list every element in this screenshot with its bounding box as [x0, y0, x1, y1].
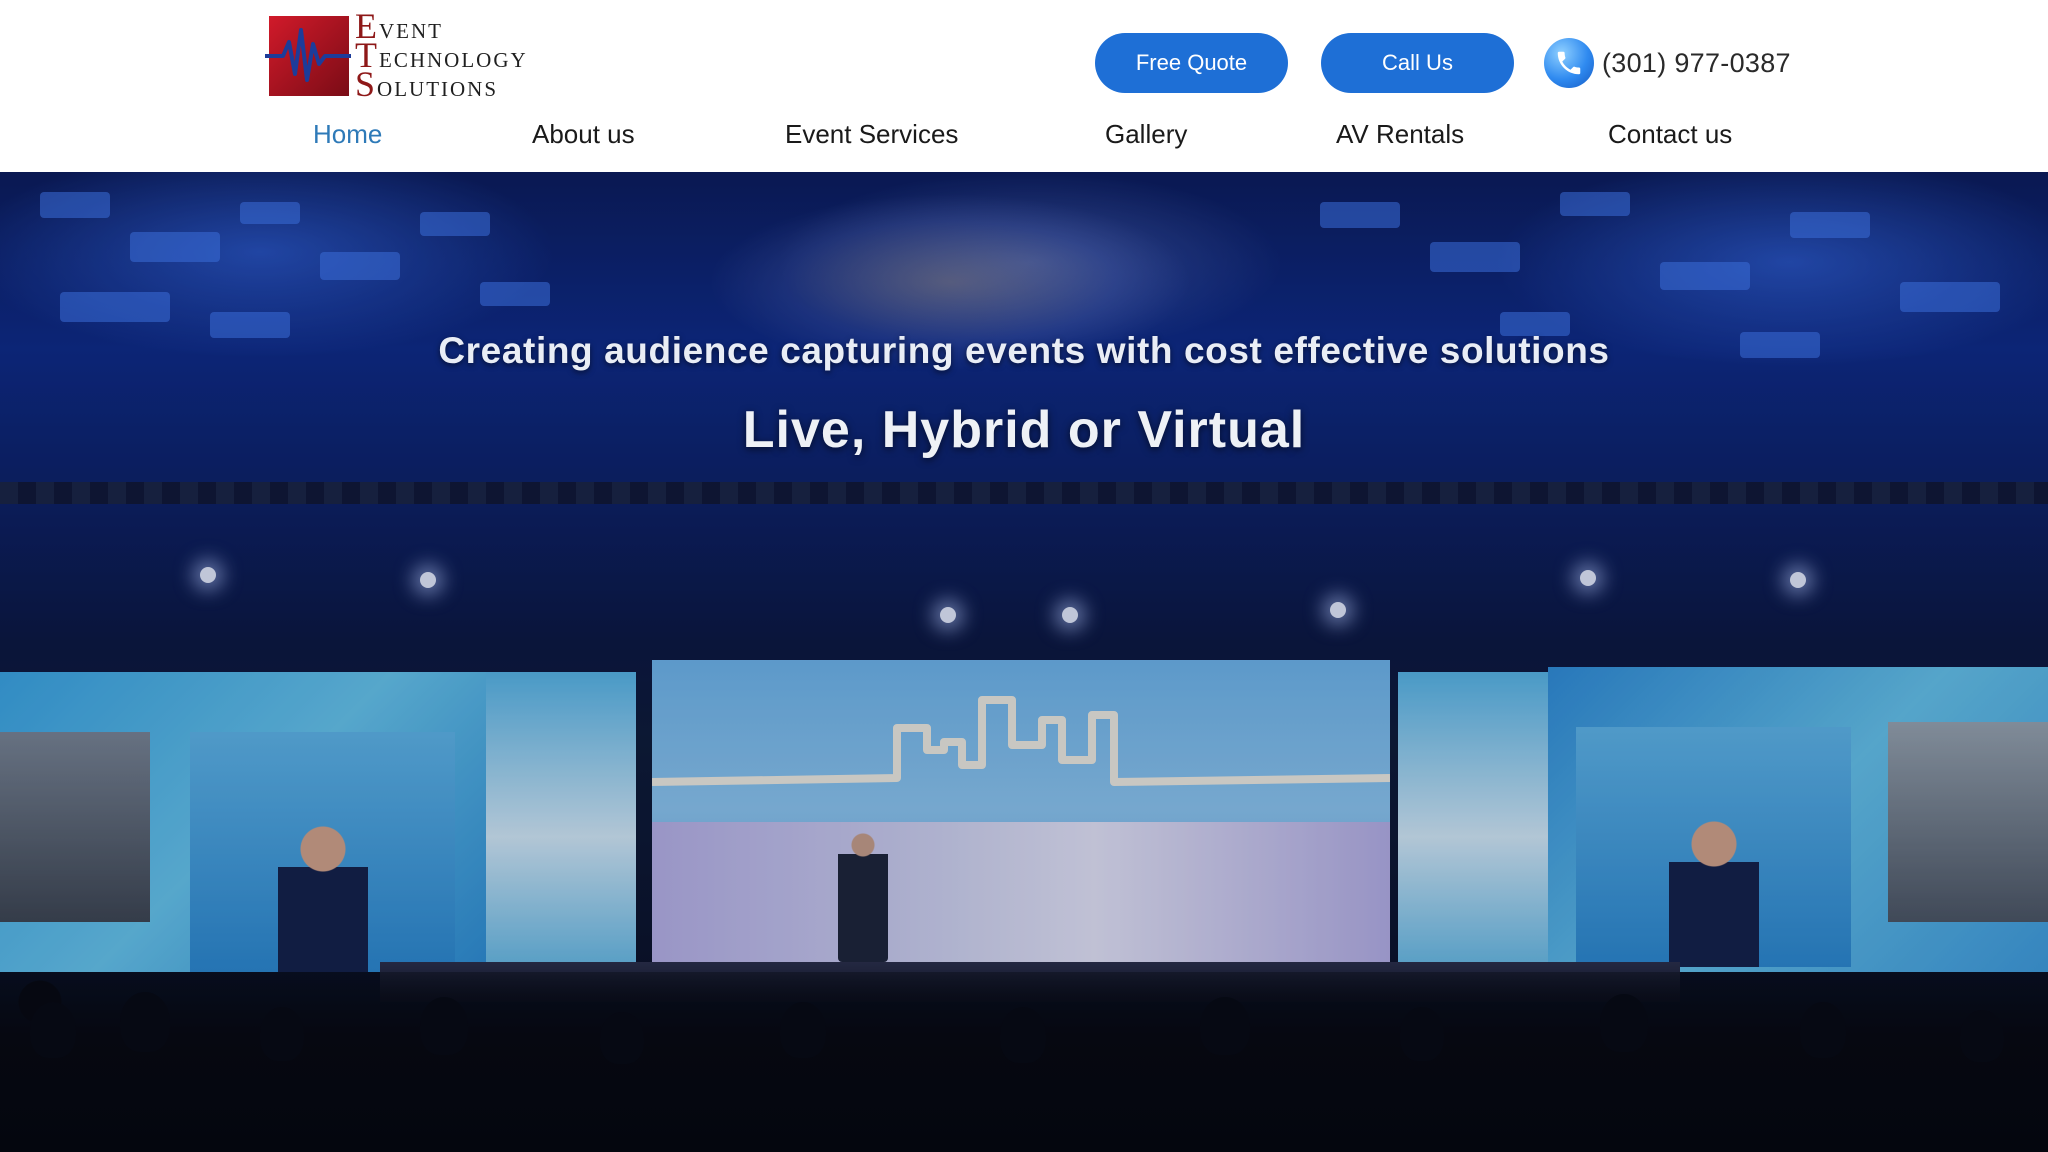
phone-contact[interactable]: (301) 977-0387 [1544, 37, 1791, 89]
hero-overlay [0, 172, 2048, 1152]
nav-item-av-rentals[interactable]: AV Rentals [1336, 110, 1464, 158]
hero-title: Live, Hybrid or Virtual [742, 401, 1306, 459]
phone-icon [1544, 38, 1594, 88]
free-quote-button[interactable]: Free Quote [1095, 33, 1288, 93]
main-nav: Home About us Event Services Gallery AV … [0, 110, 2048, 158]
logo-line-solutions: SOLUTIONS [355, 64, 499, 104]
nav-item-event-services[interactable]: Event Services [785, 110, 958, 158]
nav-item-home[interactable]: Home [313, 110, 382, 158]
nav-item-gallery[interactable]: Gallery [1105, 110, 1187, 158]
hero-subtitle: Creating audience capturing events with … [438, 330, 1610, 371]
logo-line-technology: TECHNOLOGY [355, 35, 528, 75]
company-logo[interactable]: EVENT TECHNOLOGY SOLUTIONS [265, 6, 585, 104]
site-header: EVENT TECHNOLOGY SOLUTIONS Free Quote Ca… [0, 0, 2048, 172]
nav-item-contact-us[interactable]: Contact us [1608, 110, 1732, 158]
nav-item-about-us[interactable]: About us [532, 110, 635, 158]
phone-number[interactable]: (301) 977-0387 [1602, 48, 1791, 79]
waveform-logo-icon [265, 14, 351, 98]
hero-banner: Creating audience capturing events with … [0, 172, 2048, 1152]
logo-line-event: EVENT [355, 6, 443, 46]
call-us-button[interactable]: Call Us [1321, 33, 1514, 93]
logo-wordmark: EVENT TECHNOLOGY SOLUTIONS [355, 6, 528, 104]
